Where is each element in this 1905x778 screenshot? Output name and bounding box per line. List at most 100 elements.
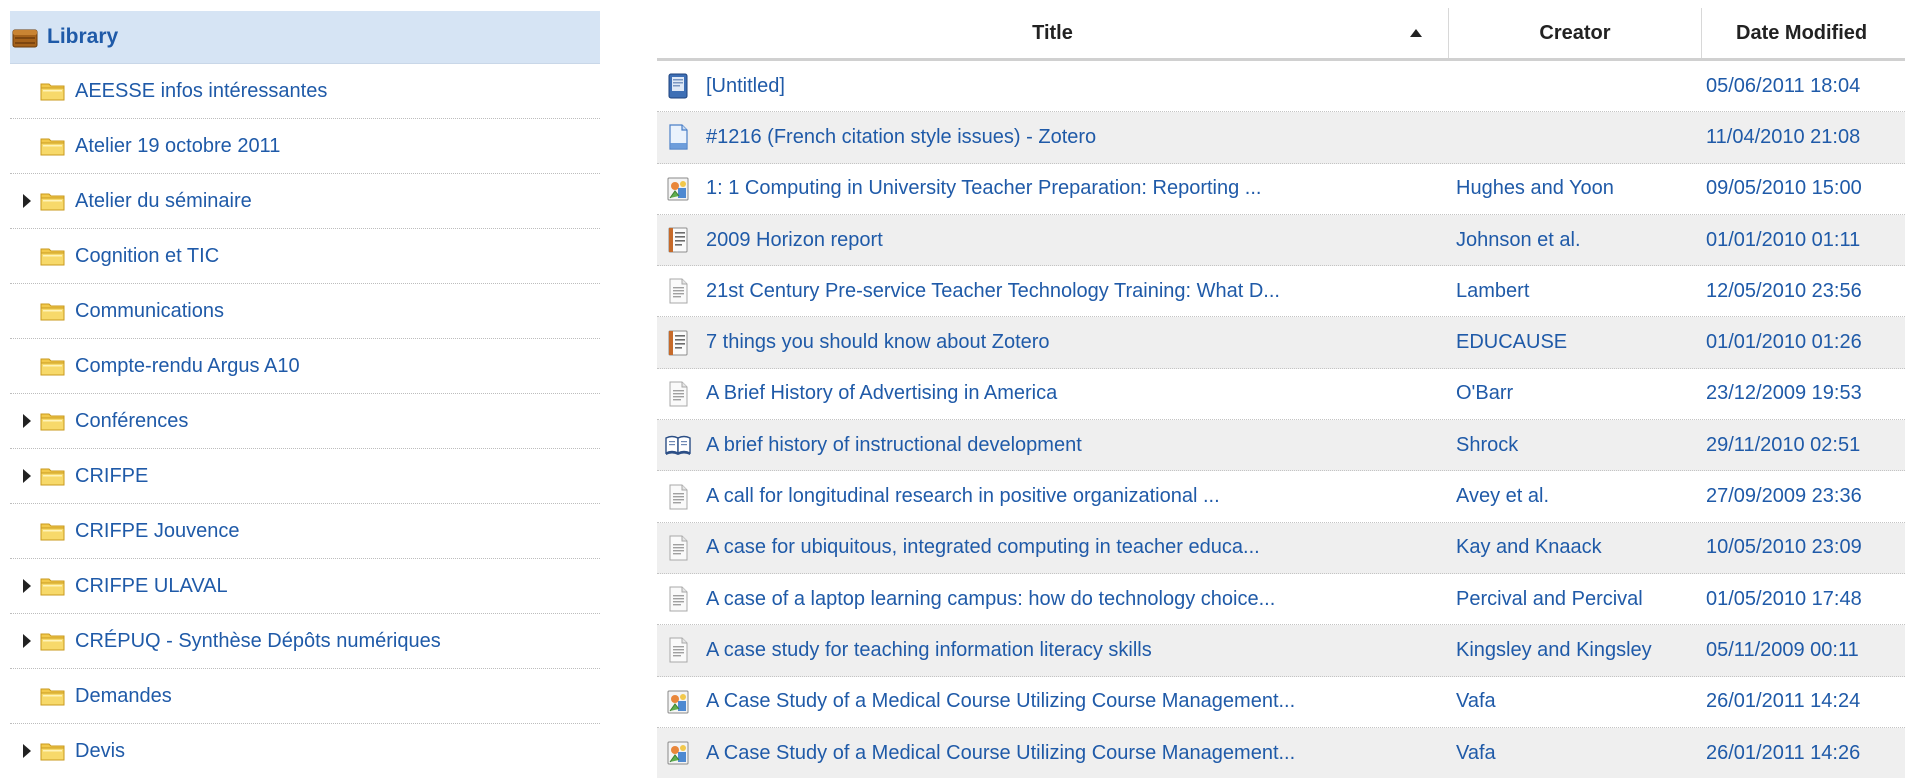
collection-item[interactable]: Devis <box>10 724 600 778</box>
collection-item[interactable]: CRÉPUQ - Synthèse Dépôts numériques <box>10 614 600 669</box>
item-date-modified: 26/01/2011 14:26 <box>1706 741 1861 764</box>
folder-icon <box>40 686 66 706</box>
item-creator: Vafa <box>1456 690 1496 713</box>
collection-item[interactable]: Atelier 19 octobre 2011 <box>10 119 600 174</box>
item-title: 7 things you should know about Zotero <box>706 331 1050 354</box>
item-row[interactable]: #1216 (French citation style issues) - Z… <box>657 112 1905 164</box>
item-creator: Vafa <box>1456 741 1496 764</box>
item-date-modified: 29/11/2010 02:51 <box>1706 433 1861 456</box>
item-creator: EDUCAUSE <box>1456 331 1568 354</box>
item-row[interactable]: 2009 Horizon report Johnson et al. 01/01/2… <box>657 214 1905 267</box>
expand-triangle-icon[interactable] <box>23 744 31 758</box>
collection-item[interactable]: AEESSE infos intéressantes <box>10 64 600 119</box>
collection-label: Conférences <box>75 409 189 432</box>
folder-icon <box>40 191 66 211</box>
collections-pane: Library AEESSE infos intéressantes Atelie… <box>10 11 600 778</box>
item-date-modified: 01/01/2010 01:26 <box>1706 331 1862 354</box>
column-header-title[interactable]: Title <box>657 8 1449 58</box>
expand-triangle-icon[interactable] <box>23 194 31 208</box>
item-creator: Hughes and Yoon <box>1456 177 1614 200</box>
collection-item[interactable]: Cognition et TIC <box>10 229 600 284</box>
collection-label: CRIFPE ULAVAL <box>75 574 228 597</box>
item-row[interactable]: A Case Study of a Medical Course Utilizi… <box>657 727 1905 778</box>
item-creator: O'Barr <box>1456 382 1514 405</box>
folder-icon <box>40 631 66 651</box>
item-title: #1216 (French citation style issues) - Z… <box>706 125 1097 148</box>
folder-icon <box>40 136 66 156</box>
items-list: [Untitled] 05/06/2011 18:04 #1216 (French … <box>657 61 1905 778</box>
collection-label: Demandes <box>75 684 172 707</box>
item-row[interactable]: A case for ubiquitous, integrated comput… <box>657 522 1905 574</box>
collection-label: Atelier 19 octobre 2011 <box>75 134 281 157</box>
folder-icon <box>40 576 66 596</box>
library-label: Library <box>47 25 119 48</box>
item-row[interactable]: A Brief History of Advertising in Americ… <box>657 369 1905 421</box>
collection-item[interactable]: CRIFPE Jouvence <box>10 504 600 559</box>
zotero-window: Library AEESSE infos intéressantes Atelie… <box>0 0 1905 778</box>
collection-item[interactable]: CRIFPE ULAVAL <box>10 559 600 614</box>
item-creator: Shrock <box>1456 433 1519 456</box>
item-row[interactable]: 7 things you should know about Zotero EDU… <box>657 317 1905 369</box>
expand-triangle-icon[interactable] <box>23 469 31 483</box>
item-date-modified: 11/04/2010 21:08 <box>1706 125 1861 148</box>
folder-icon <box>40 356 66 376</box>
collection-item[interactable]: Demandes <box>10 669 600 724</box>
item-row[interactable]: A Case Study of a Medical Course Utilizi… <box>657 677 1905 728</box>
expand-triangle-icon[interactable] <box>23 579 31 593</box>
column-creator-label: Creator <box>1539 21 1611 44</box>
library-icon <box>12 27 38 48</box>
column-header-date-modified[interactable]: Date Modified <box>1702 8 1905 58</box>
collection-label: CRIFPE Jouvence <box>75 519 240 542</box>
item-title: A Case Study of a Medical Course Utilizi… <box>706 690 1296 713</box>
sort-ascending-icon <box>1410 29 1422 37</box>
item-title: A case of a laptop learning campus: how … <box>706 587 1276 610</box>
item-row[interactable]: A case study for teaching information li… <box>657 625 1905 677</box>
item-title: 1: 1 Computing in University Teacher Pre… <box>706 177 1262 200</box>
item-row[interactable]: [Untitled] 05/06/2011 18:04 <box>657 61 1905 113</box>
collection-item[interactable]: Compte-rendu Argus A10 <box>10 339 600 394</box>
folder-icon <box>40 301 66 321</box>
document-icon <box>665 586 691 612</box>
book-blue-icon <box>665 73 691 99</box>
collection-item[interactable]: Communications <box>10 284 600 339</box>
folder-icon <box>40 741 66 761</box>
document-icon <box>665 381 691 407</box>
item-row[interactable]: A case of a laptop learning campus: how … <box>657 574 1905 626</box>
item-row[interactable]: A call for longitudinal research in posi… <box>657 471 1905 523</box>
collection-label: CRÉPUQ - Synthèse Dépôts numériques <box>75 629 441 652</box>
item-title: 2009 Horizon report <box>706 228 883 251</box>
collection-item[interactable]: CRIFPE <box>10 449 600 504</box>
item-date-modified: 23/12/2009 19:53 <box>1706 382 1862 405</box>
item-date-modified: 12/05/2010 23:56 <box>1706 279 1862 302</box>
presentation-icon <box>665 176 691 202</box>
items-header: Title Creator Date Modified <box>657 8 1905 61</box>
item-row[interactable]: 21st Century Pre-service Teacher Technol… <box>657 266 1905 318</box>
collection-label: Atelier du séminaire <box>75 189 252 212</box>
open-book-icon <box>665 432 691 458</box>
library-row[interactable]: Library <box>10 11 600 64</box>
expand-triangle-icon[interactable] <box>23 414 31 428</box>
item-date-modified: 05/06/2011 18:04 <box>1706 74 1861 97</box>
item-creator: Lambert <box>1456 279 1530 302</box>
item-title: A brief history of instructional develop… <box>706 433 1082 456</box>
item-date-modified: 01/01/2010 01:11 <box>1706 228 1861 251</box>
item-title: A Case Study of a Medical Course Utilizi… <box>706 741 1296 764</box>
item-creator: Kingsley and Kingsley <box>1456 638 1652 661</box>
folder-icon <box>40 466 66 486</box>
item-row[interactable]: A brief history of instructional develop… <box>657 420 1905 472</box>
item-title: A case for ubiquitous, integrated comput… <box>706 536 1260 559</box>
item-row[interactable]: 1: 1 Computing in University Teacher Pre… <box>657 164 1905 215</box>
item-date-modified: 10/05/2010 23:09 <box>1706 536 1862 559</box>
column-date-label: Date Modified <box>1736 21 1868 44</box>
collection-item[interactable]: Atelier du séminaire <box>10 174 600 229</box>
item-creator: Kay and Knaack <box>1456 536 1602 559</box>
collection-label: Devis <box>75 739 126 762</box>
collection-item[interactable]: Conférences <box>10 394 600 449</box>
document-icon <box>665 278 691 304</box>
column-header-creator[interactable]: Creator <box>1449 8 1702 58</box>
expand-triangle-icon[interactable] <box>23 634 31 648</box>
collection-label: CRIFPE <box>75 464 149 487</box>
folder-icon <box>40 521 66 541</box>
collection-label: Compte-rendu Argus A10 <box>75 354 300 377</box>
item-title: [Untitled] <box>706 74 785 97</box>
